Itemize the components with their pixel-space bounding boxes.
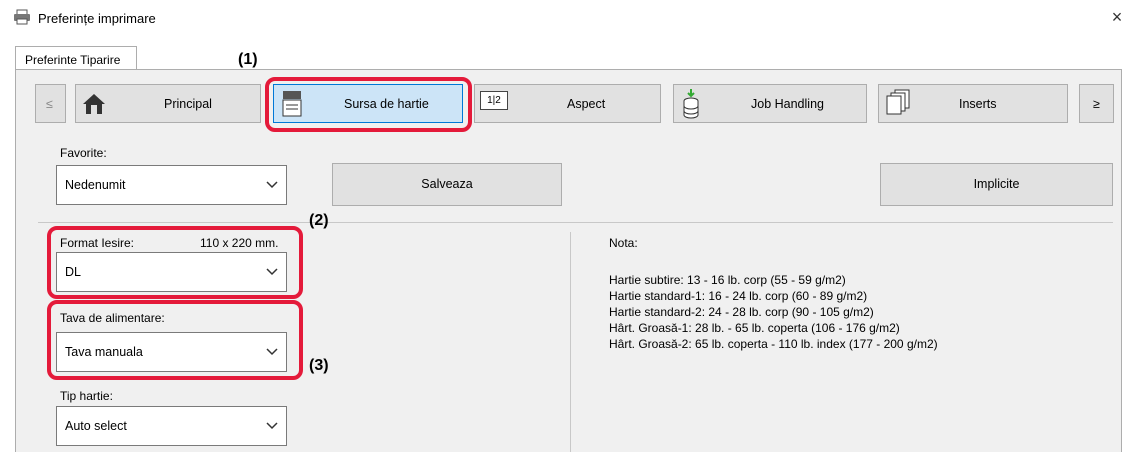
note-line: Hârt. Groasă-2: 65 lb. coperta - 110 lb.… — [609, 337, 938, 351]
nav-principal-label: Principal — [164, 97, 212, 111]
chevron-down-icon — [266, 422, 278, 430]
two-pages-icon: 1|2 — [480, 91, 508, 110]
separator — [38, 222, 1113, 223]
highlight-2 — [47, 226, 303, 299]
window-title: Preferințe imprimare — [38, 11, 156, 26]
note-line: Hartie subtire: 13 - 16 lb. corp (55 - 5… — [609, 273, 846, 287]
nav-next-button[interactable]: ≥ — [1079, 84, 1114, 123]
nav-job-handling-label: Job Handling — [751, 97, 824, 111]
nav-job-handling-button[interactable]: Job Handling — [673, 84, 867, 123]
note-line: Hartie standard-2: 24 - 28 lb. corp (90 … — [609, 305, 874, 319]
favorites-label: Favorite: — [60, 146, 107, 160]
nav-inserts-button[interactable]: Inserts — [878, 84, 1068, 123]
nav-principal-button[interactable]: Principal — [75, 84, 261, 123]
callout-2: (2) — [309, 212, 329, 229]
tab-label: Preferinte Tiparire — [25, 53, 121, 67]
nav-aspect-button[interactable]: 1|2 Aspect — [474, 84, 661, 123]
printer-icon — [14, 9, 30, 25]
stack-icon — [683, 89, 699, 119]
nav-aspect-label: Aspect — [567, 97, 606, 111]
save-label: Salveaza — [421, 177, 473, 191]
defaults-button[interactable]: Implicite — [880, 163, 1113, 206]
close-button[interactable]: × — [1108, 7, 1126, 28]
nav-prev-label: ≤ — [46, 97, 53, 111]
paper-type-label: Tip hartie: — [60, 389, 113, 403]
inserts-icon — [886, 89, 910, 115]
favorites-value: Nedenumit — [65, 178, 126, 192]
home-icon — [83, 94, 105, 114]
callout-3: (3) — [309, 357, 329, 374]
highlight-3 — [47, 300, 303, 380]
note-title: Nota: — [609, 236, 638, 250]
favorites-select[interactable]: Nedenumit — [56, 165, 287, 205]
nav-inserts-label: Inserts — [959, 97, 997, 111]
note-lines: Hartie subtire: 13 - 16 lb. corp (55 - 5… — [609, 272, 938, 352]
note-line: Hârt. Groasă-1: 28 lb. - 65 lb. coperta … — [609, 321, 900, 335]
chevron-down-icon — [266, 181, 278, 189]
note-line: Hartie standard-1: 16 - 24 lb. corp (60 … — [609, 289, 868, 303]
favorites-label-text: Favorite: — [60, 146, 107, 160]
vertical-divider — [570, 232, 571, 452]
paper-type-select[interactable]: Auto select — [56, 406, 287, 446]
nav-next-label: ≥ — [1093, 97, 1100, 111]
nav-prev-button[interactable]: ≤ — [35, 84, 66, 123]
tab-preferinte-tiparire[interactable]: Preferinte Tiparire — [15, 46, 137, 71]
title-bar: Preferințe imprimare × — [0, 0, 1129, 36]
highlight-1 — [265, 77, 472, 132]
save-button[interactable]: Salveaza — [332, 163, 562, 206]
defaults-label: Implicite — [973, 177, 1020, 191]
callout-1: (1) — [238, 51, 258, 68]
paper-type-value: Auto select — [65, 419, 127, 433]
